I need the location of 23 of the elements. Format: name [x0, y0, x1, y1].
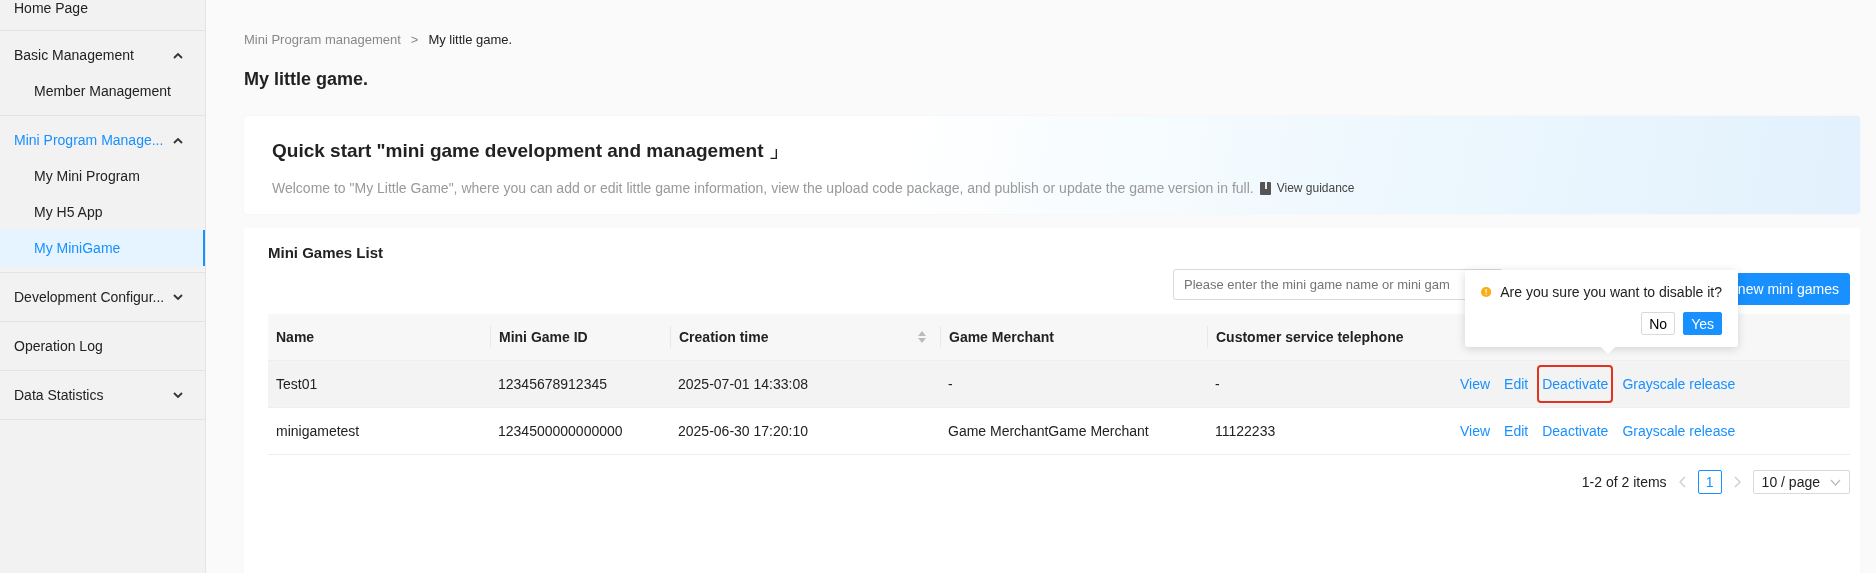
pagination-summary: 1-2 of 2 items [1581, 474, 1667, 490]
column-header: Customer service telephone [1207, 326, 1460, 348]
card-title: Quick start "mini game development and management 」 [272, 139, 789, 163]
table-cell-text: Test01 [275, 375, 319, 394]
column-header: Name [275, 328, 316, 347]
table-cell-text: 1234500000000000 [497, 422, 624, 441]
table-cell-text: 2025-06-30 17:20:10 [677, 422, 809, 441]
column-header: Creation time [670, 326, 940, 348]
popover-message: Are you sure you want to disable it? [1500, 284, 1722, 300]
breadcrumb-item: My little game. [428, 32, 513, 47]
table-cell-text: - [947, 375, 954, 394]
table-cell-text: 12345678912345 [497, 375, 608, 394]
description: Welcome to "My Little Game", where you can add or edit little game information, view the upload code package, and publish or update the game version in full. [272, 180, 1254, 196]
table-cell-text: 2025-07-01 14:33:08 [677, 375, 809, 394]
column-header: Mini Game ID [490, 326, 670, 348]
column-header: Game Merchant [940, 326, 1207, 348]
breadcrumb-separator: > [410, 32, 419, 47]
table-cell-text: Game MerchantGame Merchant [947, 422, 1150, 441]
page-title: My little game. [244, 69, 370, 90]
table-cell-text: - [1214, 375, 1221, 394]
card-title: Mini Games List [268, 244, 385, 261]
table-cell-text: minigametest [275, 422, 361, 441]
table-cell-text: 11122233 [1214, 422, 1277, 441]
